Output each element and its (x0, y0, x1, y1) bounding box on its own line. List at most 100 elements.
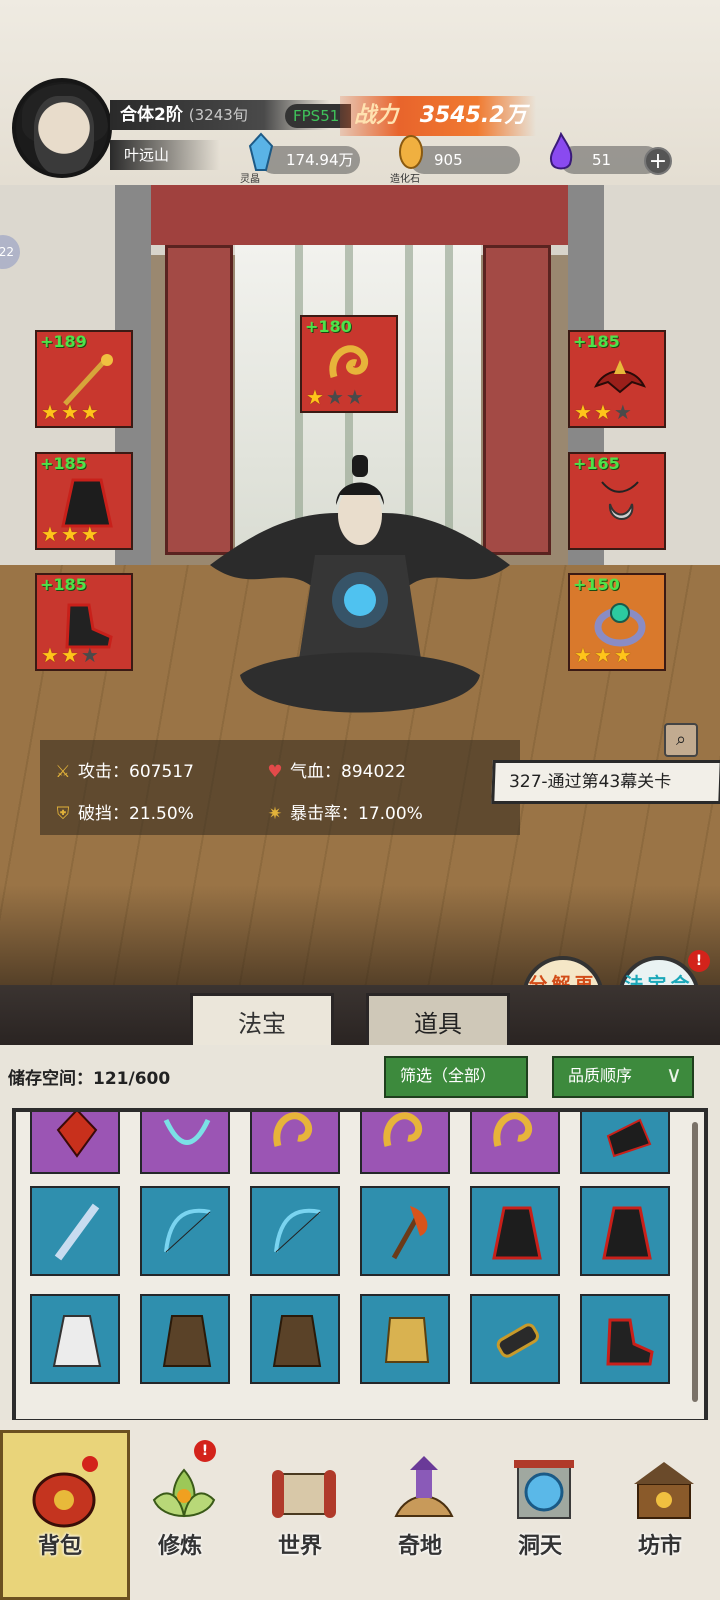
nav-cultivate[interactable]: ! 修炼 (130, 1440, 230, 1590)
inventory-item[interactable] (360, 1112, 450, 1174)
inventory-item[interactable] (250, 1112, 340, 1174)
tab-treasure[interactable]: 法宝 (190, 993, 334, 1049)
inventory-item[interactable] (360, 1186, 450, 1276)
equip-level: +165 (573, 454, 620, 473)
equip-slot-boots[interactable]: +185 ★★★ (35, 573, 133, 671)
pagoda-icon (394, 1456, 454, 1517)
sort-dropdown[interactable]: 品质顺序 ∨ (552, 1056, 694, 1098)
equip-slot-talisman[interactable]: +180 ★★★ (300, 315, 398, 413)
add-currency-button[interactable]: + (644, 147, 672, 175)
ice-sword-icon (54, 1203, 100, 1261)
inventory-item[interactable] (470, 1294, 560, 1384)
inventory-scrollbar[interactable] (692, 1122, 698, 1402)
stat-crit-text: 暴击率：17.00% (290, 804, 423, 824)
resource-spirit-crystal[interactable]: 174.94万 灵晶 (240, 132, 360, 185)
meditating-hero (210, 455, 510, 713)
gauntlet-icon (496, 1323, 539, 1358)
gold-talisman-icon (383, 1112, 423, 1147)
synthesize-alert-badge: ! (688, 950, 710, 972)
equip-level: +180 (305, 317, 352, 336)
equip-level: +185 (40, 454, 87, 473)
zoom-icon[interactable]: ⌕ (664, 723, 698, 757)
brown-cloak-icon (162, 1315, 212, 1367)
inventory-grid[interactable] (12, 1108, 708, 1423)
star-rating: ★★★ (574, 400, 634, 424)
red-robe-icon (602, 1206, 652, 1260)
inventory-item[interactable] (30, 1186, 120, 1276)
dark-boot-icon (606, 1318, 654, 1366)
door-beam (150, 185, 568, 245)
inventory-item[interactable] (470, 1112, 560, 1174)
stat-hp-text: 气血：894022 (290, 762, 406, 782)
nav-world-label: 世界 (277, 1534, 322, 1559)
star-rating: ★★★ (41, 400, 101, 424)
inventory-item[interactable] (580, 1186, 670, 1276)
inventory-item[interactable] (250, 1294, 340, 1384)
stage-toast: 327-通过第43幕关卡 (491, 760, 720, 804)
nav-market[interactable]: 坊市 (610, 1440, 710, 1590)
stat-crit: ✷ 暴击率：17.00% (264, 799, 423, 824)
sort-label: 品质顺序 (568, 1066, 633, 1085)
inventory-item[interactable] (580, 1294, 670, 1384)
inventory-item[interactable] (580, 1112, 670, 1174)
equip-slot-necklace[interactable]: +165 (568, 452, 666, 550)
equip-slot-ring[interactable]: +150 ★★★ (568, 573, 666, 671)
equip-slot-helmet[interactable]: +185 ★★★ (568, 330, 666, 428)
bow-icon (274, 1208, 321, 1253)
combat-power: 战力 3545.2万 (340, 96, 536, 136)
sword-icon: ⚔ (55, 762, 71, 782)
gold-talisman-icon (493, 1112, 533, 1147)
white-robe-icon (52, 1315, 102, 1367)
purple-flame-value: 51 (592, 151, 612, 169)
stat-hp: ♥ 气血：894022 (264, 757, 406, 782)
inventory-item[interactable] (140, 1112, 230, 1174)
combat-power-value: 3545.2万 (419, 103, 527, 128)
nav-wonderland[interactable]: 奇地 (370, 1440, 470, 1590)
dark-shoe-icon (606, 1118, 652, 1158)
shield-break-icon: ⛨ (56, 804, 70, 824)
nav-market-label: 坊市 (637, 1534, 682, 1559)
equip-level: +185 (573, 332, 620, 351)
nav-world[interactable]: 世界 (250, 1440, 350, 1590)
nav-bag-label: 背包 (37, 1534, 82, 1559)
equip-level: +185 (40, 575, 87, 594)
realm-label: 合体2阶 (120, 105, 183, 125)
combat-power-label: 战力 (354, 103, 399, 128)
scroll-map-icon (272, 1470, 336, 1518)
bow-icon (164, 1208, 211, 1253)
filter-button[interactable]: 筛选（全部） (384, 1056, 528, 1098)
moon-pendant-icon (601, 481, 639, 520)
nav-bag[interactable]: 背包 (10, 1440, 110, 1590)
tab-bar (0, 985, 720, 1045)
gold-talisman-icon (273, 1112, 313, 1147)
gold-armor-icon (384, 1317, 430, 1363)
star-rating: ★★★ (306, 385, 366, 409)
nav-cave-heaven-label: 洞天 (517, 1534, 562, 1559)
lotus-icon (152, 1468, 216, 1518)
creation-stone-value: 905 (434, 151, 463, 169)
inventory-item[interactable] (140, 1186, 230, 1276)
storage-capacity: 储存空间：121/600 (8, 1069, 171, 1089)
inventory-item[interactable] (30, 1112, 120, 1174)
inventory-item[interactable] (30, 1294, 120, 1384)
player-avatar[interactable] (12, 78, 112, 178)
resource-creation-stone[interactable]: 905 造化石 (390, 135, 520, 185)
crit-icon: ✷ (267, 804, 283, 824)
tab-items[interactable]: 道具 (366, 993, 510, 1049)
inventory-item[interactable] (360, 1294, 450, 1384)
red-robe-icon (492, 1206, 542, 1260)
character-scene: 22 +189 ★★★ +180 ★★★ +185 ★★★ +185 ★★★ +… (0, 185, 720, 985)
stat-break: ⛨ 破挡：21.50% (52, 799, 194, 824)
inventory-item[interactable] (140, 1294, 230, 1384)
star-rating: ★★★ (41, 522, 101, 546)
equip-level: +189 (40, 332, 87, 351)
inventory-item[interactable] (250, 1186, 340, 1276)
inventory-item[interactable] (470, 1186, 560, 1276)
bag-icon (32, 1456, 98, 1528)
star-rating: ★★★ (574, 643, 634, 667)
nav-cave-heaven[interactable]: 洞天 (490, 1440, 590, 1590)
realm-exp: (3243旬 (188, 106, 248, 124)
equip-slot-armor[interactable]: +185 ★★★ (35, 452, 133, 550)
nav-cultivate-label: 修炼 (157, 1534, 202, 1559)
equip-slot-weapon[interactable]: +189 ★★★ (35, 330, 133, 428)
